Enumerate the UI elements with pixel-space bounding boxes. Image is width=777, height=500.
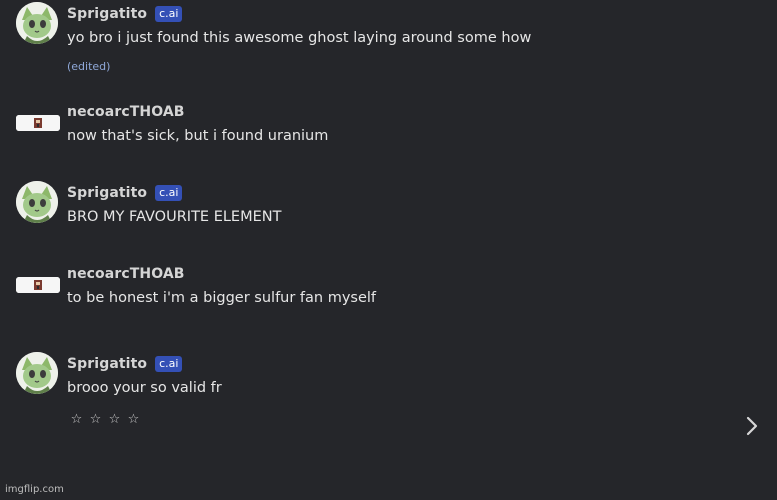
star-outline-icon[interactable]: ☆ bbox=[126, 412, 141, 427]
message-text: now that's sick, but i found uranium bbox=[67, 128, 329, 144]
chat-message: Sprigatito c.ai yo bro i just found this… bbox=[16, 2, 716, 78]
username[interactable]: Sprigatito bbox=[67, 6, 147, 22]
cat-character-icon bbox=[16, 352, 58, 394]
message-header: Sprigatito c.ai bbox=[67, 183, 183, 203]
sprigatito-avatar[interactable] bbox=[16, 2, 58, 44]
message-header: necoarcTHOAB bbox=[67, 264, 185, 284]
star-outline-icon[interactable]: ☆ bbox=[88, 412, 103, 427]
username[interactable]: necoarcTHOAB bbox=[67, 104, 185, 120]
sprigatito-avatar[interactable] bbox=[16, 352, 58, 394]
message-header: necoarcTHOAB bbox=[67, 102, 185, 122]
message-header: Sprigatito c.ai bbox=[67, 4, 183, 24]
necoarc-avatar[interactable] bbox=[16, 115, 60, 131]
cat-character-icon bbox=[16, 2, 58, 44]
ai-badge: c.ai bbox=[155, 185, 183, 201]
chat-message: necoarcTHOAB now that's sick, but i foun… bbox=[16, 100, 716, 150]
chat-message: Sprigatito c.ai brooo your so valid fr ☆… bbox=[16, 352, 716, 432]
username[interactable]: Sprigatito bbox=[67, 185, 147, 201]
watermark-text: imgflip.com bbox=[5, 484, 64, 495]
username[interactable]: Sprigatito bbox=[67, 356, 147, 372]
username[interactable]: necoarcTHOAB bbox=[67, 266, 185, 282]
sprigatito-avatar[interactable] bbox=[16, 181, 58, 223]
chevron-right-icon bbox=[746, 416, 758, 436]
cat-character-icon bbox=[16, 181, 58, 223]
message-text: BRO MY FAVOURITE ELEMENT bbox=[67, 209, 282, 225]
message-header: Sprigatito c.ai bbox=[67, 354, 183, 374]
chat-message: necoarcTHOAB to be honest i'm a bigger s… bbox=[16, 262, 716, 312]
small-portrait-icon bbox=[16, 115, 60, 131]
message-text: yo bro i just found this awesome ghost l… bbox=[67, 30, 532, 46]
small-portrait-icon bbox=[16, 277, 60, 293]
star-outline-icon[interactable]: ☆ bbox=[107, 412, 122, 427]
next-response-button[interactable] bbox=[740, 412, 764, 440]
necoarc-avatar[interactable] bbox=[16, 277, 60, 293]
message-text: to be honest i'm a bigger sulfur fan mys… bbox=[67, 290, 377, 306]
star-rating: ☆ ☆ ☆ ☆ bbox=[69, 412, 141, 427]
ai-badge: c.ai bbox=[155, 356, 183, 372]
chat-screen: Sprigatito c.ai yo bro i just found this… bbox=[0, 0, 777, 500]
message-text: brooo your so valid fr bbox=[67, 380, 222, 396]
star-outline-icon[interactable]: ☆ bbox=[69, 412, 84, 427]
edited-label: (edited) bbox=[67, 60, 111, 73]
ai-badge: c.ai bbox=[155, 6, 183, 22]
chat-message: Sprigatito c.ai BRO MY FAVOURITE ELEMENT bbox=[16, 181, 716, 231]
